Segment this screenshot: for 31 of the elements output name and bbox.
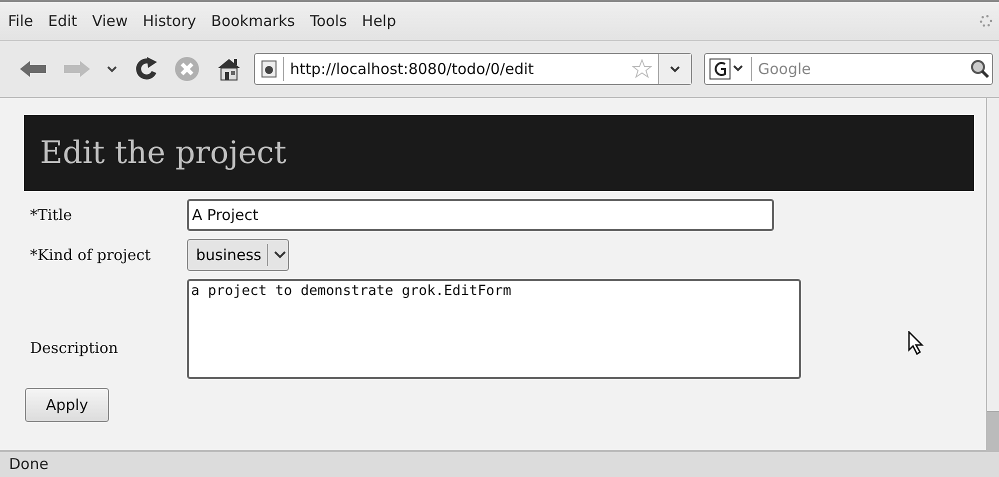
field-label: *Title — [29, 206, 74, 224]
field-label: Description — [29, 339, 120, 359]
star-icon[interactable] — [632, 59, 652, 79]
page-icon — [261, 60, 277, 78]
apply-button[interactable]: Apply — [25, 388, 109, 422]
menu-item[interactable]: Bookmarks — [209, 12, 306, 30]
search-icon[interactable] — [970, 59, 990, 79]
cursor-icon — [908, 331, 924, 355]
reload-icon[interactable] — [134, 56, 158, 82]
menu-item[interactable]: View — [90, 12, 139, 30]
kind-select[interactable]: business — [187, 239, 290, 271]
caret-icon — [669, 65, 681, 73]
menu-item[interactable]: Tools — [308, 12, 358, 30]
description-input[interactable]: a project to demonstrate grok.EditForm — [187, 279, 801, 379]
status-text: Done — [0, 450, 999, 477]
url-text: http://localhost:8080/todo/0/edit — [283, 57, 632, 81]
menu-item[interactable]: File — [6, 12, 44, 30]
address-bar[interactable]: http://localhost:8080/todo/0/edit — [254, 53, 692, 85]
scrollbar[interactable] — [986, 98, 999, 450]
caret-icon[interactable] — [106, 65, 118, 73]
menu-item[interactable]: Edit — [46, 12, 88, 30]
page-heading: Edit the project — [24, 115, 974, 191]
menu-item[interactable]: Help — [360, 12, 408, 30]
search-box[interactable]: Google — [704, 53, 993, 85]
home-icon[interactable] — [216, 57, 242, 81]
history-dropdown[interactable] — [658, 54, 691, 84]
menu-item[interactable]: History — [140, 12, 208, 30]
back-icon[interactable] — [18, 59, 48, 79]
field-label: *Kind of project — [29, 246, 152, 264]
throbber-icon — [979, 14, 993, 28]
title-input[interactable]: A Project — [187, 199, 774, 231]
